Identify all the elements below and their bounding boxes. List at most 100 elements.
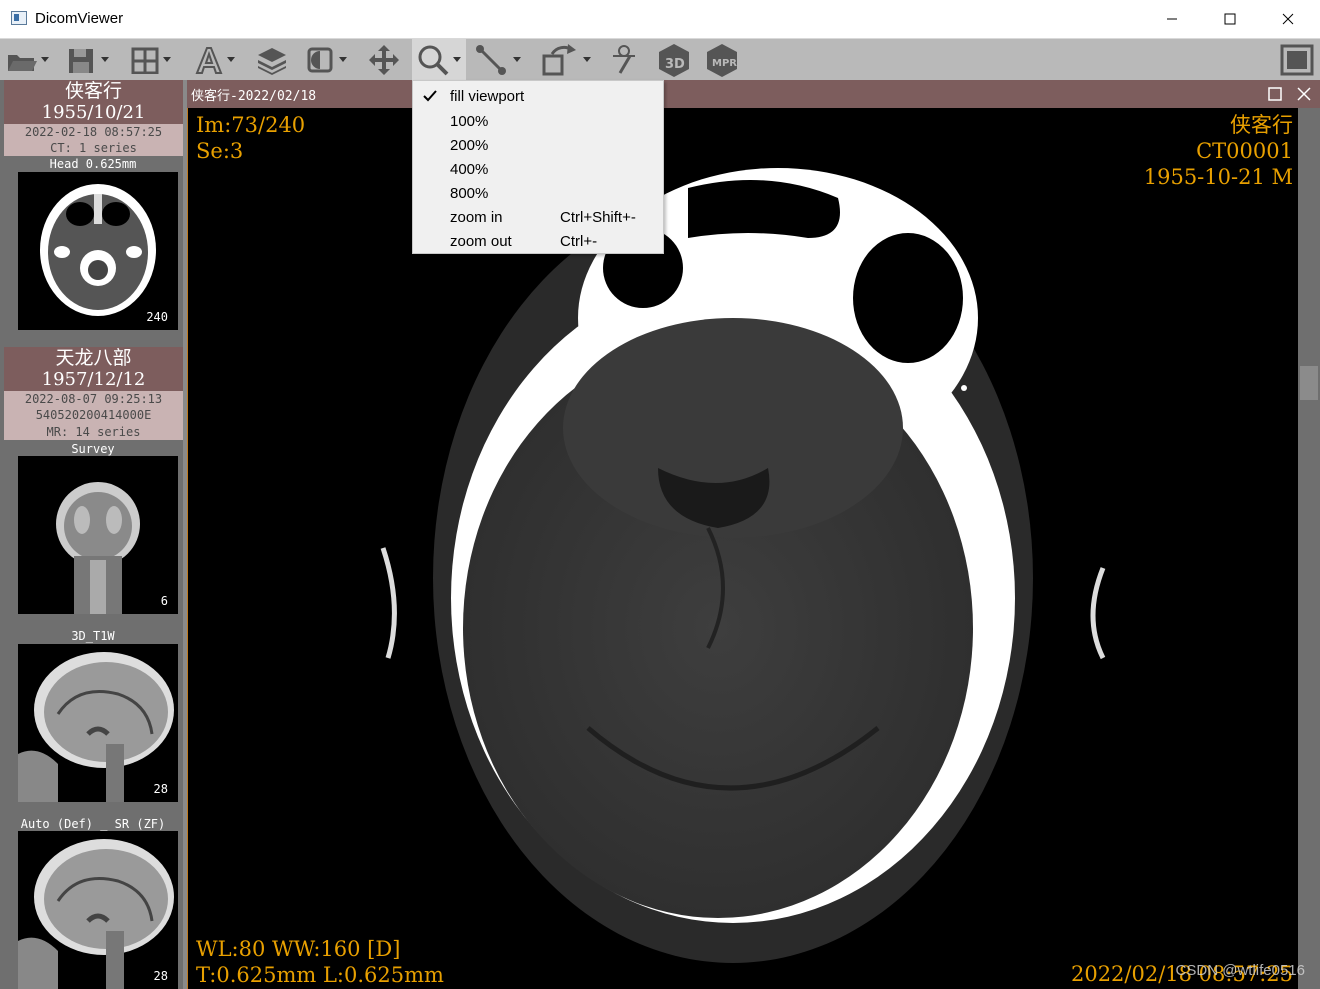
rotate-flip-icon <box>542 43 576 75</box>
viewport-maximize-button[interactable] <box>1264 84 1286 104</box>
viewport-title: 侠客行-2022/02/18 <box>191 89 317 104</box>
maximize-button[interactable] <box>1201 0 1259 38</box>
image-count: 240 <box>146 310 168 324</box>
menu-item-label: 800% <box>450 184 489 202</box>
image-count: 28 <box>153 782 168 796</box>
maximize-icon <box>1224 13 1236 25</box>
series-label: Survey <box>71 442 115 456</box>
overlay-top-left: Im:73/240 Se:3 <box>196 112 305 164</box>
minimize-icon <box>1167 18 1177 20</box>
patient-name: 天龙八部 <box>55 347 132 369</box>
study-datetime: 2022-08-07 09:25:13 <box>4 391 183 407</box>
overlay-dob-sex: 1955-10-21 M <box>1143 165 1293 189</box>
close-icon <box>1282 13 1294 25</box>
series-index: Se:3 <box>196 139 244 163</box>
layers-button[interactable] <box>256 39 288 80</box>
menu-item-shortcut: Ctrl+Shift+- <box>560 208 636 226</box>
panel-splitter[interactable] <box>183 80 187 989</box>
menu-item-zoom-out[interactable]: zoom out Ctrl+- <box>414 229 662 253</box>
patient-dob: 1955/10/21 <box>41 102 146 123</box>
save-icon <box>69 48 93 73</box>
series-thumbnail[interactable]: 6 <box>18 456 178 614</box>
layout-grid-icon <box>131 47 159 74</box>
patient-header[interactable]: 侠客行 1955/10/21 2022-02-18 08:57:25 CT: 1… <box>4 80 183 156</box>
rotate-button[interactable] <box>540 39 591 80</box>
series-thumbnail[interactable]: 240 <box>18 172 178 330</box>
close-icon <box>1297 87 1311 101</box>
mr-coronal-thumbnail-image <box>56 482 140 614</box>
menu-item-label: zoom out <box>450 232 512 250</box>
accession-number: 540520200414000E <box>4 407 183 424</box>
chevron-down-icon <box>583 57 591 62</box>
toolbar: 3D MPR <box>0 39 1320 80</box>
image-count: 28 <box>153 969 168 983</box>
series-label: 3D_T1W <box>71 629 115 643</box>
checkmark-icon <box>423 90 437 102</box>
mr-sagittal-thumbnail-image <box>18 652 174 802</box>
patient-name: 侠客行 <box>64 80 122 102</box>
close-window-button[interactable] <box>1259 0 1317 38</box>
menu-item-shortcut: Ctrl+- <box>560 232 598 250</box>
window-level-button[interactable] <box>306 39 347 80</box>
window-level-icon <box>307 47 333 72</box>
chevron-down-icon <box>101 57 109 62</box>
measure-button[interactable] <box>474 39 521 80</box>
image-index: Im:73/240 <box>196 113 306 137</box>
chevron-down-icon <box>513 57 521 62</box>
series-label: Head 0.625mm <box>49 157 137 171</box>
menu-item-400[interactable]: 400% <box>414 157 662 181</box>
zoom-button[interactable] <box>412 39 466 80</box>
open-button[interactable] <box>6 39 49 80</box>
series-thumbnail[interactable]: 28 <box>18 644 178 802</box>
viewport-close-button[interactable] <box>1293 84 1315 104</box>
fullscreen-button[interactable] <box>1280 39 1314 80</box>
overlay-bottom-left: WL:80 WW:160 [D] T:0.625mm L:0.625mm <box>196 936 444 988</box>
modality-series-count: MR: 14 series <box>4 424 183 440</box>
mr-sagittal-thumbnail-image <box>18 839 174 989</box>
annotation-button[interactable] <box>194 39 235 80</box>
scrollbar-thumb[interactable] <box>1300 366 1318 400</box>
overlay-patient-name: 侠客行 <box>1230 113 1293 137</box>
pan-button[interactable] <box>367 39 401 80</box>
image-viewport[interactable] <box>188 108 1298 989</box>
menu-item-100[interactable]: 100% <box>414 109 662 133</box>
viewport-tab: 侠客行-2022/02/18 <box>187 80 1320 108</box>
zoom-menu: fill viewport 100% 200% 400% 800% zoom i… <box>412 80 664 254</box>
pan-move-icon <box>369 44 399 75</box>
app-icon <box>11 11 27 25</box>
layers-icon <box>258 47 286 75</box>
ct-axial-thumbnail-image <box>40 184 156 316</box>
menu-item-label: 100% <box>450 112 489 130</box>
series-thumbnail[interactable]: 28 <box>18 831 178 989</box>
menu-item-label: fill viewport <box>450 87 525 105</box>
annotation-text-icon <box>195 46 223 74</box>
menu-item-zoom-in[interactable]: zoom in Ctrl+Shift+- <box>414 205 662 229</box>
menu-item-fill-viewport[interactable]: fill viewport <box>414 84 662 108</box>
3d-button[interactable]: 3D <box>656 39 692 80</box>
chevron-down-icon <box>163 57 171 62</box>
mpr-button[interactable]: MPR <box>704 39 740 80</box>
overlay-patient-id: CT00001 <box>1196 139 1293 163</box>
series-label: Auto (Def) _ SR (ZF) <box>20 817 166 831</box>
mpr-cube-icon: MPR <box>707 43 737 77</box>
open-folder-icon <box>8 54 37 71</box>
patient-header[interactable]: 天龙八部 1957/12/12 2022-08-07 09:25:13 5405… <box>4 347 183 440</box>
window-title: DicomViewer <box>35 10 124 27</box>
menu-item-200[interactable]: 200% <box>414 133 662 157</box>
slice-button[interactable] <box>608 39 640 80</box>
ct-axial-brain-image <box>380 168 1106 963</box>
chevron-down-icon <box>41 57 49 62</box>
menu-item-label: 400% <box>450 160 489 178</box>
menu-item-800[interactable]: 800% <box>414 181 662 205</box>
zoom-magnifier-icon <box>418 45 449 75</box>
window-level-values: WL:80 WW:160 [D] <box>196 937 401 961</box>
chevron-down-icon <box>453 57 461 62</box>
chevron-down-icon <box>339 57 347 62</box>
minimize-button[interactable] <box>1143 0 1201 38</box>
svg-text:3D: 3D <box>665 57 685 72</box>
svg-text:MPR: MPR <box>712 58 737 69</box>
viewport-scrollbar[interactable] <box>1298 108 1320 989</box>
study-datetime: 2022-02-18 08:57:25 <box>4 124 183 140</box>
save-button[interactable] <box>66 39 109 80</box>
layout-button[interactable] <box>130 39 171 80</box>
